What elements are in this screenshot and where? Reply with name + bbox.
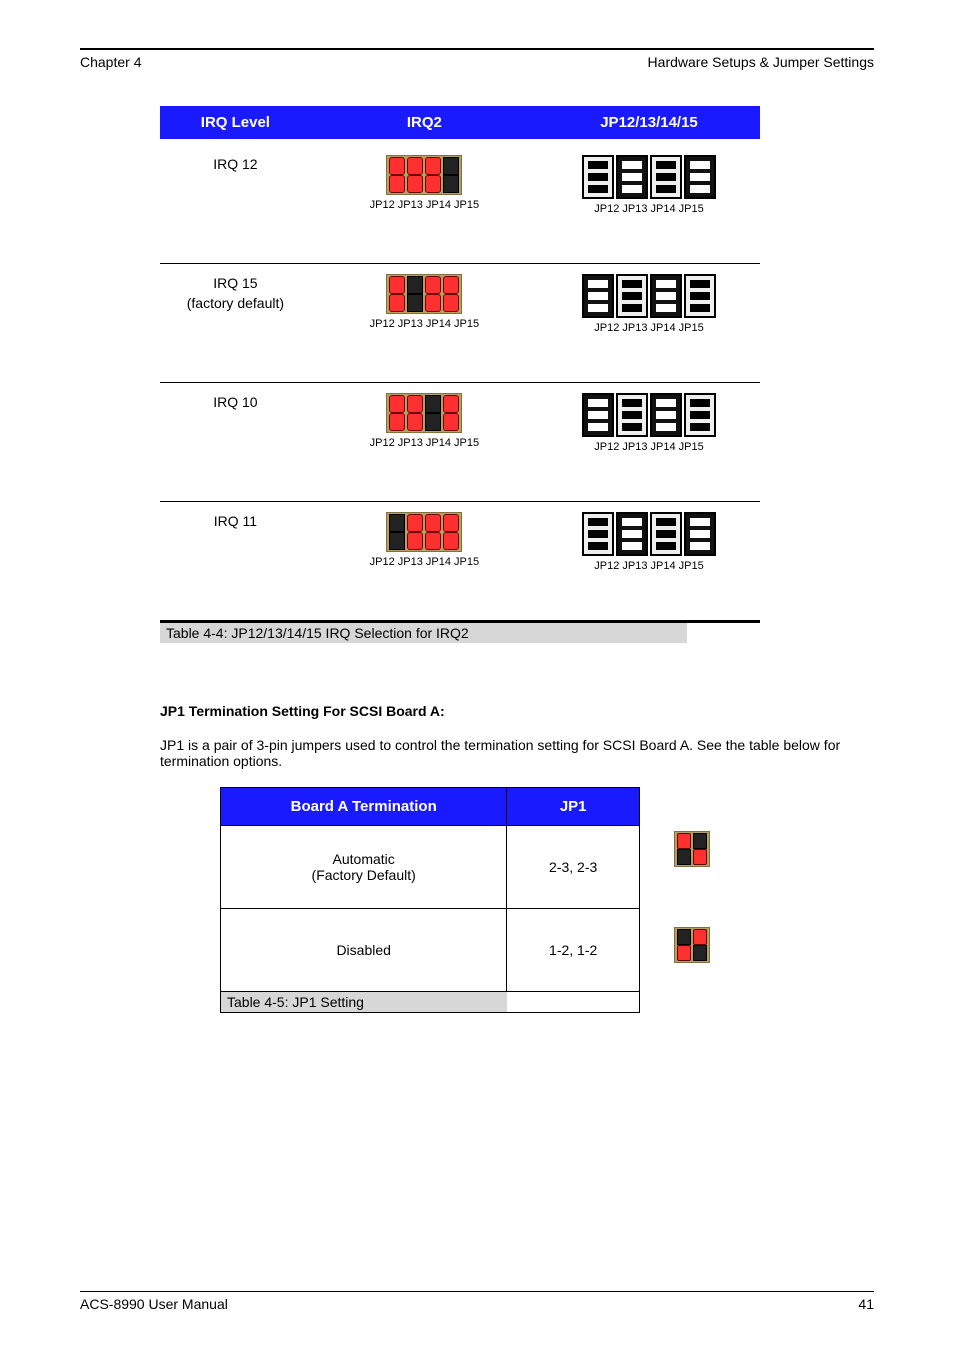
- jumper-2x4-icon: [386, 512, 462, 552]
- t1-head-irq: IRQ Level: [160, 106, 311, 139]
- t1-head-jp: JP12/13/14/15: [538, 106, 760, 139]
- footer-right: 41: [858, 1296, 874, 1312]
- t1-row0-label: IRQ 12: [164, 155, 307, 175]
- table2-caption: Table 4-5: JP1 Setting: [221, 992, 507, 1013]
- jumper-table-1: IRQ Level IRQ2 JP12/13/14/15 IRQ 12 JP12…: [160, 106, 760, 623]
- t1-row2-label: IRQ 10: [164, 393, 307, 413]
- table1-caption: Table 4-4: JP12/13/14/15 IRQ Selection f…: [160, 623, 687, 643]
- dip4-icon: [582, 393, 716, 437]
- t1-head-irq2: IRQ2: [311, 106, 538, 139]
- section-heading: JP1 Termination Setting For SCSI Board A…: [160, 703, 874, 719]
- jumper-table-2: Board A Termination JP1 Automatic(Factor…: [220, 787, 640, 1013]
- footer-left: ACS-8990 User Manual: [80, 1296, 228, 1312]
- header-title: Hardware Setups & Jumper Settings: [648, 54, 874, 70]
- header-chapter: Chapter 4: [80, 54, 141, 70]
- t2-row1-c2: 1-2, 1-2: [507, 909, 640, 992]
- jumper-2x4-icon: [386, 155, 462, 195]
- page-footer: ACS-8990 User Manual 41: [80, 1291, 874, 1312]
- t1-row3-label: IRQ 11: [164, 512, 307, 532]
- t2-row1-c1: Disabled: [221, 909, 507, 992]
- section-body: JP1 is a pair of 3-pin jumpers used to c…: [160, 737, 860, 769]
- t2-row0-c2: 2-3, 2-3: [507, 826, 640, 909]
- jumper-2x4-icon: [386, 393, 462, 433]
- t2-row0-c1: Automatic(Factory Default): [229, 851, 498, 883]
- dip4-icon: [582, 512, 716, 556]
- dip4-icon: [582, 274, 716, 318]
- t2-head-c2: JP1: [507, 788, 640, 826]
- jumper-2x2-auto-icon: [674, 831, 710, 867]
- jumper-2x4-icon: [386, 274, 462, 314]
- dip4-icon: [582, 155, 716, 199]
- t1-row0-sub: JP12 JP13 JP14 JP15: [315, 199, 534, 211]
- t1-row1-label: IRQ 15(factory default): [164, 274, 307, 313]
- jumper-2x2-disabled-icon: [674, 927, 710, 963]
- t2-head-c1: Board A Termination: [221, 788, 507, 826]
